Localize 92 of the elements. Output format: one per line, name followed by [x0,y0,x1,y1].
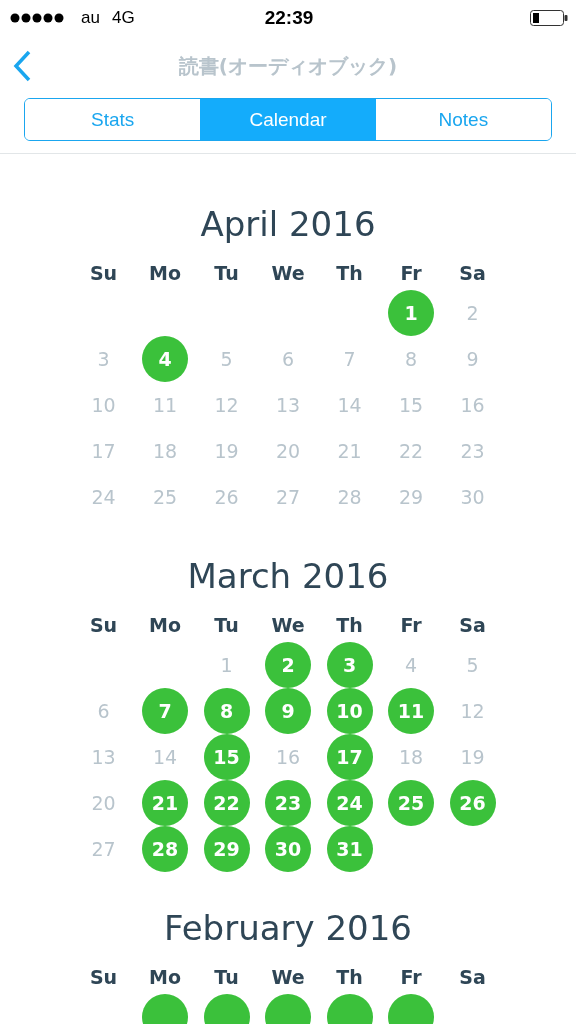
day-number[interactable]: 11 [142,382,188,428]
weekday-label: Su [88,262,119,284]
weekday-label: Mo [148,614,182,636]
weekday-label: Mo [148,966,182,988]
weekday-label: Su [88,614,119,636]
day-number[interactable]: 25 [142,474,188,520]
day-number[interactable]: 8 [388,336,434,382]
completed-day[interactable]: 8 [203,688,250,734]
day-number[interactable]: 17 [80,428,127,474]
day-number[interactable]: 14 [142,734,188,780]
completed-day[interactable]: 26 [449,780,496,826]
weekday-label: Fr [399,966,423,988]
day-number[interactable]: 2 [449,290,496,336]
day-number[interactable]: 15 [388,382,434,428]
completed-day[interactable]: 25 [388,780,434,826]
month-title: March 2016 [187,556,389,596]
completed-day[interactable]: 3 [326,642,373,688]
completed-day[interactable]: 31 [326,826,373,872]
completed-day[interactable]: 7 [142,688,188,734]
day-number[interactable]: 12 [449,688,496,734]
day-number[interactable]: 28 [326,474,373,520]
day-number[interactable]: 7 [326,336,373,382]
day-number[interactable]: 21 [326,428,373,474]
day-number[interactable]: 6 [80,688,127,734]
weekday-label: We [270,262,306,284]
day-number[interactable]: 13 [80,734,127,780]
status-time: 22:39 [264,7,314,29]
weekday-label: Fr [399,614,423,636]
back-chevron-icon [12,50,32,82]
weekday-label: Th [335,614,364,636]
completed-day[interactable]: 21 [142,780,188,826]
completed-day[interactable]: 28 [142,826,188,872]
weekday-label: Su [88,966,119,988]
day-number[interactable]: 27 [265,474,311,520]
day-number[interactable]: 5 [203,336,250,382]
day-number[interactable]: 12 [203,382,250,428]
day-number[interactable]: 9 [449,336,496,382]
completed-day[interactable]: 9 [265,688,311,734]
completed-day[interactable]: 10 [326,688,373,734]
completed-day[interactable]: 11 [388,688,434,734]
day-number[interactable]: 22 [388,428,434,474]
day-number[interactable]: 18 [388,734,434,780]
day-number[interactable]: 10 [80,382,127,428]
day-number[interactable]: 4 [388,642,434,688]
tab[interactable]: Calendar [200,99,376,140]
completed-day[interactable]: 1 [388,290,434,336]
day-number[interactable]: 19 [203,428,250,474]
weekday-label: Th [335,966,364,988]
network-type: 4G [111,8,135,28]
weekday-label: Th [335,262,364,284]
weekday-label: We [270,966,306,988]
weekday-label: We [270,614,306,636]
day-number[interactable]: 1 [203,642,250,688]
weekday-label: Sa [458,262,487,284]
day-number[interactable]: 20 [265,428,311,474]
day-number[interactable]: 29 [388,474,434,520]
day-number[interactable]: 18 [142,428,188,474]
weekday-label: Sa [458,966,487,988]
weekday-label: Tu [213,262,240,284]
weekday-label: Mo [148,262,182,284]
weekday-label: Fr [399,262,423,284]
weekday-label: Tu [213,614,240,636]
completed-day[interactable]: 24 [326,780,373,826]
completed-day[interactable]: 23 [265,780,311,826]
day-number[interactable]: 16 [449,382,496,428]
day-number[interactable]: 19 [449,734,496,780]
day-number[interactable]: 30 [449,474,496,520]
completed-day[interactable]: 2 [265,642,311,688]
day-number[interactable]: 14 [326,382,373,428]
day-number[interactable]: 6 [265,336,311,382]
completed-day[interactable]: 29 [203,826,250,872]
completed-day[interactable]: 17 [326,734,373,780]
day-number[interactable]: 13 [265,382,311,428]
completed-day[interactable]: 15 [203,734,250,780]
completed-day[interactable]: 30 [265,826,311,872]
day-number[interactable]: 16 [265,734,311,780]
carrier-name: au [81,8,100,28]
day-number[interactable]: 20 [80,780,127,826]
month-title: April 2016 [200,204,376,244]
day-number[interactable]: 3 [80,336,127,382]
month-title: February 2016 [164,908,412,948]
completed-day[interactable]: 22 [203,780,250,826]
weekday-label: Sa [458,614,487,636]
nav-title: 読書(オーディオブック) [178,52,398,80]
day-number[interactable]: 27 [80,826,127,872]
weekday-label: Tu [213,966,240,988]
day-number[interactable]: 5 [449,642,496,688]
day-number[interactable]: 24 [80,474,127,520]
day-number[interactable]: 26 [203,474,250,520]
day-number[interactable]: 23 [449,428,496,474]
completed-day[interactable]: 4 [142,336,188,382]
battery-icon [530,10,568,26]
